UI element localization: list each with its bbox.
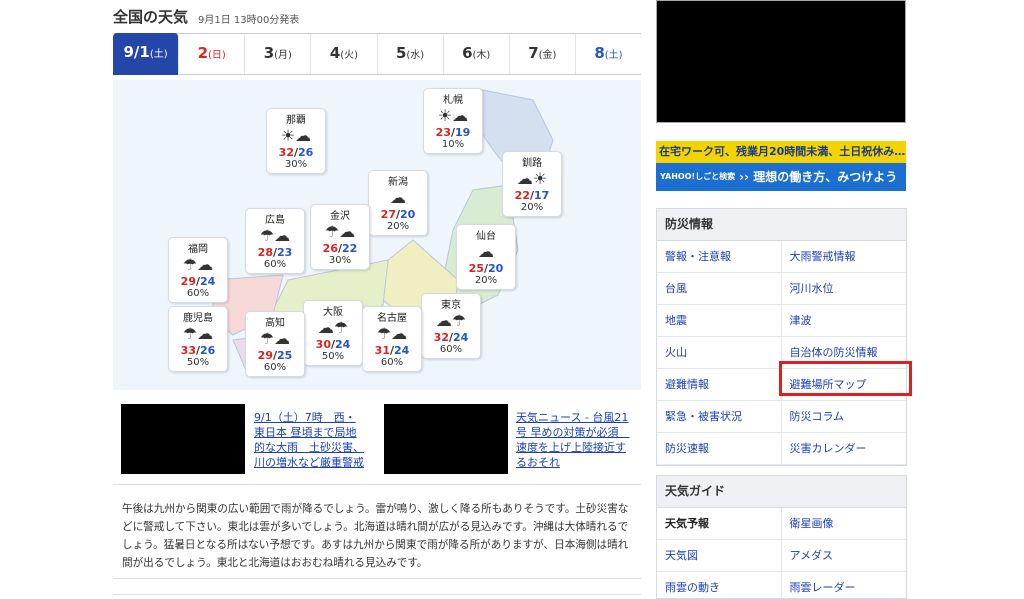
news-link-1[interactable]: 9/1（土）7時 西・東日本 昼頃まで局地的な大雨 土砂災害、川の増水など厳重警… [254,410,366,470]
tab-day-4[interactable]: 4(火) [311,34,378,74]
japan-weather-map: 札幌 ☀☁ 23/19 10% 那覇 ☀☁ 32/26 30% 釧路 ☁☀ 22/17 20% 新… [113,80,641,390]
guide-heading: 天気ガイド [657,476,906,508]
highlight-box [779,361,912,396]
city-fukuoka[interactable]: 福岡 ☂☁ 29/24 60% [168,237,228,303]
link-disaster-calendar[interactable]: 災害カレンダー [781,433,906,465]
page-title: 全国の天気 [113,8,189,26]
city-kagoshima[interactable]: 鹿児島 ☂☁ 33/26 50% [168,306,228,372]
cloud-rain-icon: ☁☂ [435,311,467,330]
city-niigata[interactable]: 新潟 ☁ 27/20 20% [368,170,428,236]
rain-cloud-icon: ☂☁ [182,255,214,274]
yahoo-logo: YAHOO!しごと検索 [660,172,736,181]
rain-cloud-icon: ☂☁ [259,329,291,348]
tab-day-8[interactable]: 8(土) [576,34,641,74]
link-typhoon[interactable]: 台風 [657,273,782,305]
link-weather-chart[interactable]: 天気図 [657,540,782,572]
link-volcano[interactable]: 火山 [657,337,782,369]
link-satellite[interactable]: 衛星画像 [781,508,906,540]
rain-cloud-icon: ☂☁ [182,324,214,343]
city-sendai[interactable]: 仙台 ☁ 25/20 20% [456,224,516,290]
weather-description: 午後は九州から関東の広い範囲で雨が降るでしょう。雷が鳴り、激しく降る所もありそう… [122,503,629,569]
link-evacuation-info[interactable]: 避難情報 [657,369,782,401]
bousai-panel: 防災情報 警報・注意報 大雨警戒情報 台風 河川水位 地震 津波 火山 自治体の… [656,208,907,466]
link-heavy-rain-alert[interactable]: 大雨警戒情報 [781,241,906,273]
sun-cloud-icon: ☀☁ [280,126,312,145]
date-tabs: 9/1(土) 2(日) 3(月) 4(火) 5(水) 6(木) 7(金) 8(土… [113,33,641,75]
rain-cloud-icon: ☂☁ [324,222,356,241]
city-sapporo[interactable]: 札幌 ☀☁ 23/19 10% [423,88,483,154]
news-thumbnail-1[interactable] [121,404,245,474]
link-amedas[interactable]: アメダス [781,540,906,572]
cloud-rain-icon: ☁☂ [317,318,349,337]
guide-panel: 天気ガイド 天気予報 衛星画像 天気図 アメダス 雨雲の動き 雨雲レーダー [656,475,907,599]
tab-day-2[interactable]: 2(日) [179,34,246,74]
bousai-heading: 防災情報 [657,209,906,241]
publish-time: 9月1日 13時00分発表 [198,15,300,26]
link-emergency-damage[interactable]: 緊急・被害状況 [657,401,782,433]
ad-video[interactable] [656,0,906,123]
rain-cloud-icon: ☂☁ [259,226,291,245]
city-tokyo[interactable]: 東京 ☁☂ 32/24 60% [421,293,481,359]
news-thumbnail-2[interactable] [384,404,508,474]
divider [113,484,641,485]
divider [113,594,641,595]
link-disaster-column[interactable]: 防災コラム [781,401,906,433]
news-link-2[interactable]: 天気ニュース - 台風21号 早めの対策が必須 速度を上げ上陸接近するおそれ [516,410,632,470]
link-rain-radar[interactable]: 雨雲レーダー [782,572,907,598]
link-rain-cloud-motion[interactable]: 雨雲の動き [657,572,782,598]
tab-day-7[interactable]: 7(金) [510,34,576,74]
city-kushiro[interactable]: 釧路 ☁☀ 22/17 20% [502,151,562,217]
city-kochi[interactable]: 高知 ☂☁ 29/25 60% [245,311,305,377]
link-disaster-alerts[interactable]: 防災速報 [657,433,782,465]
cloud-icon: ☁ [390,188,406,207]
divider [113,578,641,579]
link-river-level[interactable]: 河川水位 [781,273,906,305]
sun-cloud-icon: ☀☁ [437,106,469,125]
city-kanazawa[interactable]: 金沢 ☂☁ 26/22 30% [310,204,370,270]
tab-day-1[interactable]: 9/1(土) [113,33,180,75]
cloud-sun-icon: ☁☀ [516,169,548,188]
link-tsunami[interactable]: 津波 [781,305,906,337]
tab-day-5[interactable]: 5(水) [378,34,444,74]
cloud-icon: ☁ [478,242,494,261]
link-earthquake[interactable]: 地震 [657,305,782,337]
tab-day-6[interactable]: 6(木) [444,34,510,74]
city-hiroshima[interactable]: 広島 ☂☁ 28/23 60% [245,208,305,274]
city-naha[interactable]: 那覇 ☀☁ 32/26 30% [266,108,326,174]
city-osaka[interactable]: 大阪 ☁☂ 30/24 50% [303,300,363,366]
rain-cloud-icon: ☂☁ [376,324,408,343]
link-warnings[interactable]: 警報・注意報 [657,241,782,273]
job-ad-banner[interactable]: 在宅ワーク可、残業月20時間未満、土日祝休み… YAHOO!しごと検索 ›› 理想… [656,141,906,191]
tab-day-3[interactable]: 3(月) [245,34,312,74]
city-nagoya[interactable]: 名古屋 ☂☁ 31/24 60% [362,306,422,372]
link-forecast[interactable]: 天気予報 [657,508,782,540]
